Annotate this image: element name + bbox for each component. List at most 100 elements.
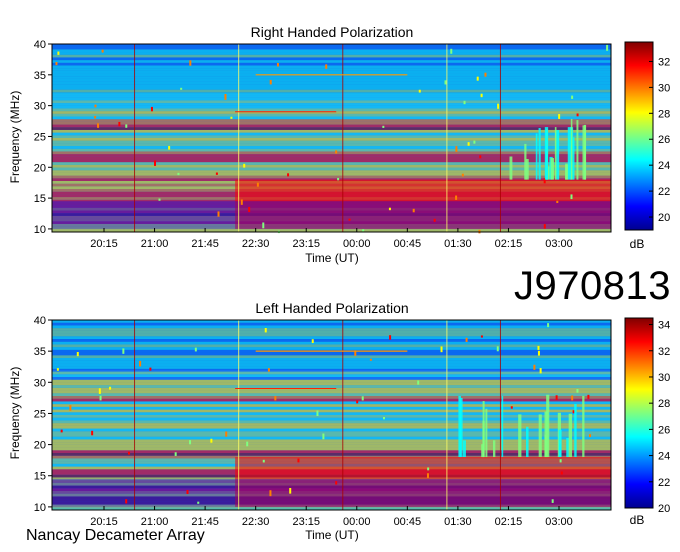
noise-spike [479,155,482,159]
burst-streak [518,414,522,458]
noise-spike [480,335,483,338]
y-tick-label: 15 [34,193,46,205]
emission-band [52,423,611,426]
emission-band [52,81,611,85]
emission-band [52,65,611,69]
emission-band [52,151,611,155]
emission-band [52,52,611,55]
emission-band [52,108,611,112]
emission-band [52,92,611,96]
noise-spike [240,199,243,205]
noise-spike [322,433,325,440]
emission-band [52,341,611,345]
burst-streak [524,143,527,180]
emission-band [52,339,611,342]
burst-streak [554,127,557,180]
emission-band [52,116,611,120]
emission-band [52,344,611,348]
noise-spike [139,360,142,367]
emission-band [52,127,611,130]
x-tick-label: 22:30 [242,516,270,528]
noise-spike [168,146,171,150]
noise-spike [555,395,558,400]
noise-spike [248,206,251,213]
x-tick-label: 23:15 [292,516,320,528]
emission-band [52,135,611,138]
emission-band [52,70,611,74]
x-tick-label: 21:45 [191,238,219,250]
burst-streak [538,414,542,458]
noise-spike [189,440,192,445]
noise-spike [533,364,536,370]
noise-spike [444,80,447,85]
burst-streak [576,120,579,180]
noise-spike [215,172,218,175]
x-tick-label: 00:45 [394,516,422,528]
noise-spike [388,207,391,211]
noise-spike [149,367,152,371]
burst-streak [572,137,575,180]
noise-spike [418,89,421,93]
noise-spike [551,499,554,503]
noise-spike [558,114,561,119]
emission-band [52,100,611,104]
emission-band [52,57,611,61]
colorbar-tick-label: 20 [658,503,670,515]
noise-spike [348,218,351,221]
y-axis-right: 10 15 20 25 30 35 40 [34,39,52,236]
burst-streak [568,413,573,458]
emission-band [52,78,611,82]
noise-spike [560,471,563,475]
emission-band [52,333,611,337]
noise-spike [543,224,546,229]
emission-band [52,89,611,93]
noise-spike [217,211,220,217]
emission-band [52,49,611,53]
emission-band [52,363,611,367]
emission-band [52,84,611,87]
y-tick-label: 40 [34,315,46,327]
noise-spike [455,146,458,152]
colorbar-gradient [624,317,654,509]
noise-spike [267,368,270,372]
low-band-stripe [52,201,611,229]
noise-spike [97,123,100,128]
noise-spike [197,501,200,504]
x-tick-label: 03:00 [545,238,573,250]
burst-streak [462,440,466,458]
x-tick-label: 02:15 [495,516,523,528]
noise-spike [571,395,574,401]
noise-spike [76,352,79,357]
y-tick-label: 15 [34,471,46,483]
noise-spike [496,346,499,352]
emission-band [52,148,611,152]
noise-spike [297,458,300,463]
emission-band [52,336,611,339]
colorbar-tick-label: 24 [658,451,670,463]
emission-band [52,420,611,424]
emission-band [52,393,611,396]
burst-streak [544,127,549,180]
noise-spike [497,103,500,109]
noise-spike [325,64,328,69]
colorbar-tick-label: 32 [658,56,670,68]
emission-band [52,396,611,399]
noise-spike [335,150,338,154]
noise-spike [427,467,430,471]
emission-band [52,322,611,326]
noise-spike [60,429,63,433]
noise-spike [382,417,385,420]
noise-spike [576,388,579,393]
emission-band [52,95,611,98]
y-axis-left: 10 15 20 25 30 35 40 [34,315,52,514]
observation-identifier: J970813 [514,264,671,308]
colorbar-tick-label: 20 [658,212,670,224]
colorbar-tick-label: 28 [658,398,670,410]
emission-band [52,113,611,117]
emission-band [52,415,611,418]
noise-spike [177,172,180,176]
emission-band [52,382,611,386]
noise-spike [450,48,453,54]
x-tick-label: 00:45 [394,238,422,250]
spectrogram-plot-left [51,319,612,511]
